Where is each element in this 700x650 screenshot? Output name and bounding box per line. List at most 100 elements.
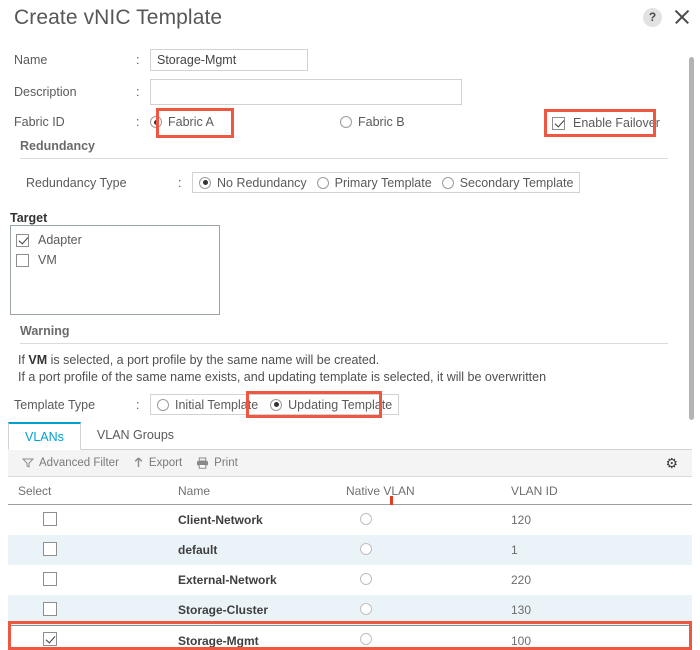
target-listbox[interactable]: Adapter VM [10,225,220,315]
template-type-group: Initial Template Updating Template [150,394,400,415]
row-select-checkbox[interactable] [43,541,57,556]
fabric-b-option[interactable]: Fabric B [340,115,405,129]
warning-line1-pre: If [18,353,29,367]
print-label: Print [214,457,238,469]
help-icon[interactable]: ? [643,7,662,27]
print-button[interactable]: Print [196,457,238,469]
export-button[interactable]: Export [133,457,182,469]
warning-line1-post: is selected, a port profile by the same … [47,353,380,367]
row-vlan-id: 130 [511,603,532,617]
initial-template-radio[interactable] [157,398,169,411]
export-label: Export [148,457,183,469]
updating-template-radio[interactable] [270,398,283,411]
redundancy-divider [20,158,668,159]
adapter-label: Adapter [38,233,82,247]
table-row[interactable]: External-Network 220 [8,565,692,595]
vm-label: VM [38,253,57,267]
vm-checkbox[interactable] [16,253,29,267]
primary-template-radio[interactable] [316,176,329,189]
row-name: Storage-Mgmt [178,633,259,648]
advanced-filter-label: Advanced Filter [39,457,119,469]
adapter-checkbox[interactable] [16,233,29,247]
gear-icon[interactable]: ⚙ [665,456,678,470]
enable-failover-checkbox[interactable] [552,116,565,130]
primary-template-option[interactable]: Primary Template [316,175,432,190]
secondary-template-radio[interactable] [441,176,454,189]
table-row-selected[interactable]: Storage-Mgmt 100 [8,625,692,650]
no-redundancy-label: No Redundancy [217,175,307,190]
target-item-adapter[interactable]: Adapter [11,230,219,250]
redundancy-heading: Redundancy [20,139,96,153]
target-item-vm[interactable]: VM [11,250,219,270]
page-title: Create vNIC Template [14,6,223,29]
fabric-id-separator: : [136,115,140,129]
redundancy-type-label: Redundancy Type [26,175,127,190]
native-vlan-cursor-marker [390,495,393,505]
export-arrow-icon [134,457,143,467]
secondary-template-label: Secondary Template [459,175,574,190]
table-row[interactable]: Storage-Cluster 130 [8,595,692,625]
row-vlan-id: 1 [511,543,518,557]
tab-vlans[interactable]: VLANs [8,422,81,450]
table-header-row: Select Name Native VLAN VLAN ID [8,477,692,505]
advanced-filter-button[interactable]: Advanced Filter [22,457,119,469]
table-row[interactable]: default 1 [8,535,692,565]
column-header-name: Name [178,483,211,498]
row-name: Storage-Cluster [178,603,269,617]
fabric-b-radio[interactable] [340,116,352,128]
name-separator: : [136,53,140,67]
redundancy-type-row: Redundancy Type : No Redundancy Primary … [26,172,581,193]
column-header-native-vlan: Native VLAN [346,483,511,505]
no-redundancy-option[interactable]: No Redundancy [199,176,307,190]
name-label: Name [14,53,48,67]
fabric-b-label: Fabric B [358,115,405,129]
tab-bar: VLANs VLAN Groups [8,421,692,450]
warning-heading: Warning [20,324,70,338]
initial-template-option[interactable]: Initial Template [157,398,258,412]
warning-line-2: If a port profile of the same name exist… [18,370,547,384]
warning-line-1: If VM is selected, a port profile by the… [18,352,379,369]
row-native-vlan-radio[interactable] [360,633,372,645]
description-label: Description [14,85,77,99]
row-name: default [178,543,218,557]
enable-failover-label: Enable Failover [573,116,660,130]
description-input[interactable] [150,79,462,105]
secondary-template-option[interactable]: Secondary Template [441,175,574,190]
row-select-checkbox[interactable] [43,511,57,526]
primary-template-label: Primary Template [334,175,432,190]
row-select-checkbox[interactable] [43,632,57,646]
row-select-checkbox[interactable] [43,601,57,616]
close-icon[interactable] [672,7,692,27]
fabric-id-label: Fabric ID [14,115,65,129]
column-header-vlan-id: VLAN ID [511,483,558,498]
name-input[interactable]: Storage-Mgmt [150,49,308,71]
row-select-checkbox[interactable] [43,571,57,586]
row-vlan-id: 120 [511,513,532,527]
tab-vlan-groups[interactable]: VLAN Groups [81,421,190,449]
row-native-vlan-radio[interactable] [360,602,372,615]
row-native-vlan-radio[interactable] [360,572,372,585]
enable-failover-option[interactable]: Enable Failover [552,116,660,130]
warning-line1-bold: VM [28,353,48,367]
row-vlan-id: 220 [511,573,532,587]
updating-template-label: Updating Template [288,397,393,412]
updating-template-option[interactable]: Updating Template [270,398,392,412]
warning-divider [20,343,668,344]
row-native-vlan-radio[interactable] [360,512,372,525]
redundancy-type-group: No Redundancy Primary Template Secondary… [192,172,581,193]
template-type-row: Template Type : Initial Template Updatin… [14,394,400,415]
column-header-select: Select [18,483,52,498]
description-field-row: Description : [14,79,462,105]
redundancy-type-separator: : [178,175,182,190]
row-native-vlan-radio[interactable] [360,542,372,555]
row-vlan-id: 100 [511,633,532,648]
fabric-a-label: Fabric A [168,115,214,129]
row-name: Client-Network [178,513,263,527]
fabric-a-option[interactable]: Fabric A [150,115,340,129]
row-name: External-Network [178,573,277,587]
table-row[interactable]: Client-Network 120 [8,505,692,535]
fabric-a-radio[interactable] [150,116,162,128]
column-header-native-vlan-text: Native VLAN [346,483,415,498]
vertical-scrollbar[interactable] [689,57,694,420]
no-redundancy-radio[interactable] [199,176,211,189]
